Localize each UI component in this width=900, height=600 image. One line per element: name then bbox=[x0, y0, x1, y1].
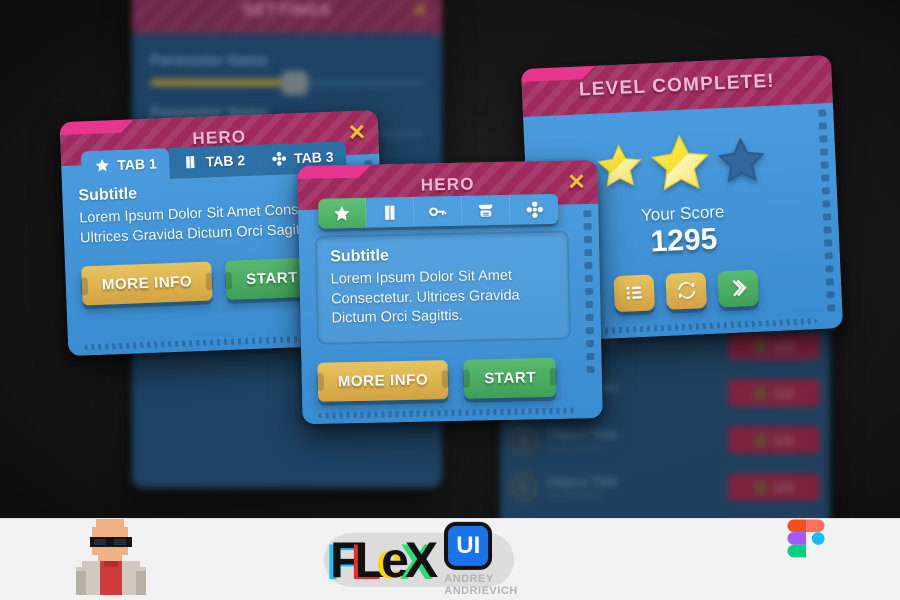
list-item[interactable]: 5 Object Title Description 123 bbox=[510, 421, 820, 459]
gate-icon bbox=[479, 204, 493, 217]
dpad-icon bbox=[526, 200, 543, 218]
author-line-2: ANDRIEVICH bbox=[444, 585, 518, 597]
next-icon bbox=[731, 279, 747, 297]
more-info-button[interactable]: MORE INFO bbox=[81, 261, 213, 306]
hero-front-tabstrip bbox=[318, 193, 559, 229]
tab-2[interactable]: TAB 2 bbox=[169, 144, 259, 179]
key-icon bbox=[429, 206, 447, 216]
restart-button[interactable] bbox=[665, 271, 707, 310]
hero-front-actions: MORE INFO START bbox=[317, 357, 586, 402]
list-item-description: Description bbox=[547, 441, 603, 454]
coin-icon bbox=[753, 480, 767, 494]
figma-logo bbox=[780, 519, 832, 600]
hero-front-content-box: Subtitle Lorem Ipsum Dolor Sit Amet Cons… bbox=[314, 230, 572, 345]
score-badge: 123 bbox=[728, 332, 820, 360]
hero-front-close-icon[interactable]: ✕ bbox=[567, 169, 586, 194]
book-icon bbox=[384, 205, 395, 220]
tab-book[interactable] bbox=[366, 196, 415, 228]
settings-close-icon[interactable]: ✕ bbox=[413, 1, 428, 22]
score-badge: 123 bbox=[728, 473, 820, 501]
tab-key[interactable] bbox=[414, 195, 463, 227]
tab-dpad[interactable] bbox=[509, 193, 559, 225]
hero-front-subtitle: Subtitle bbox=[330, 247, 390, 266]
flex-wordmark: F F L L e e X X bbox=[326, 531, 438, 588]
slider-fill bbox=[150, 79, 293, 86]
star-filled-icon bbox=[650, 134, 710, 191]
refresh-icon bbox=[677, 281, 695, 299]
ui-badge: UI bbox=[444, 521, 493, 570]
tab-star[interactable] bbox=[318, 197, 367, 229]
flex-logo: F F L L e e X X UI ANDREY ANDRIEVICH bbox=[324, 521, 518, 597]
panel-rail bbox=[318, 407, 577, 419]
coin-icon bbox=[753, 433, 767, 447]
score-value: 123 bbox=[772, 432, 795, 448]
tab-3-label: TAB 3 bbox=[293, 148, 334, 167]
more-info-button[interactable]: MORE INFO bbox=[317, 359, 449, 402]
score-value: 123 bbox=[772, 338, 795, 354]
score-value: 123 bbox=[772, 385, 795, 401]
settings-slider-1[interactable] bbox=[150, 71, 424, 95]
star-icon bbox=[334, 205, 350, 221]
figma-logo-icon bbox=[787, 519, 825, 557]
logo-letter-x: X bbox=[404, 531, 438, 588]
star-icon bbox=[95, 159, 109, 172]
score-value: 123 bbox=[772, 479, 795, 495]
book-icon bbox=[186, 156, 195, 169]
list-item-title: Object Title bbox=[547, 426, 618, 442]
tab-1-label: TAB 1 bbox=[117, 155, 158, 174]
dpad-icon bbox=[272, 151, 286, 166]
rank-badge: 5 bbox=[510, 426, 537, 454]
hero-front-body-text: Lorem Ipsum Dolor Sit Amet Consectetur. … bbox=[330, 267, 520, 327]
avatar bbox=[68, 513, 154, 600]
tab-gate[interactable] bbox=[461, 194, 511, 226]
settings-param-label-1: Parameter Name bbox=[150, 52, 269, 69]
score-badge: 123 bbox=[728, 426, 820, 454]
list-item[interactable]: 6 Object Title Description 123 bbox=[510, 468, 820, 506]
list-item-title: Object Title bbox=[547, 473, 618, 489]
tab-1[interactable]: TAB 1 bbox=[80, 148, 171, 183]
pixel-avatar-icon bbox=[76, 519, 146, 595]
hero-back-close-icon[interactable]: ✕ bbox=[347, 119, 366, 145]
start-button[interactable]: START bbox=[463, 357, 557, 399]
settings-header: SETTINGS ✕ bbox=[132, 0, 442, 34]
list-item-description: Description bbox=[547, 488, 603, 501]
rank-badge: 6 bbox=[510, 473, 537, 501]
tab-2-label: TAB 2 bbox=[205, 152, 246, 170]
author-line-1: ANDREY bbox=[444, 572, 494, 585]
footer-bar: F F L L e e X X UI ANDREY ANDRIEVICH bbox=[0, 518, 900, 600]
star-filled-icon bbox=[596, 144, 642, 188]
slider-knob[interactable] bbox=[281, 71, 308, 95]
hero-front-title: HERO bbox=[420, 174, 475, 195]
level-complete-title: LEVEL COMPLETE! bbox=[578, 70, 776, 101]
levels-list-button[interactable] bbox=[613, 273, 656, 312]
coin-icon bbox=[753, 386, 767, 400]
coin-icon bbox=[753, 339, 767, 353]
star-empty-icon bbox=[717, 137, 765, 183]
settings-title: SETTINGS bbox=[242, 2, 331, 19]
score-badge: 123 bbox=[728, 379, 820, 407]
app-canvas: SETTINGS ✕ Parameter Name Parameter Name… bbox=[0, 0, 900, 600]
hero-front-body: Subtitle Lorem Ipsum Dolor Sit Amet Cons… bbox=[298, 203, 603, 424]
next-level-button[interactable] bbox=[717, 269, 759, 307]
hero-front-panel: HERO ✕ Subtitle Lorem Ipsum Dolor Sit Am… bbox=[297, 159, 603, 424]
list-icon bbox=[625, 286, 642, 300]
